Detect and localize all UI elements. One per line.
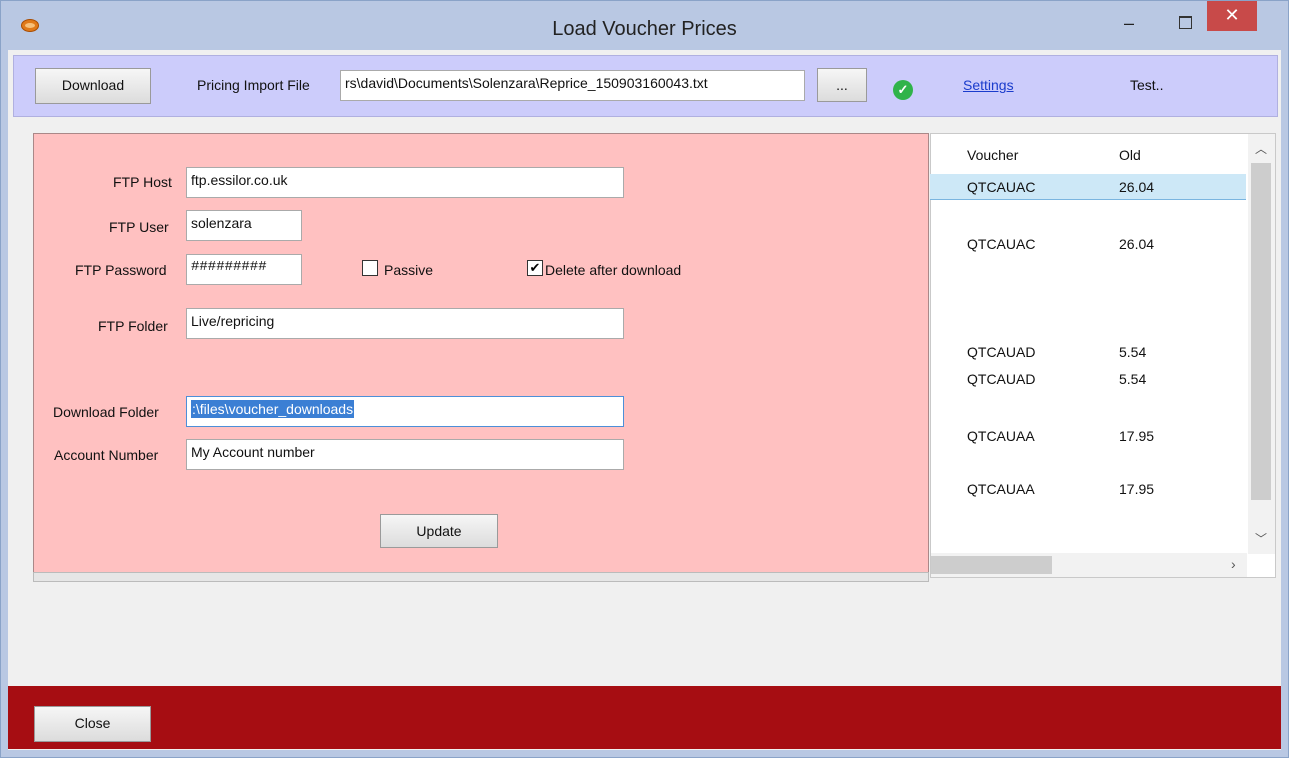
ftp-host-input[interactable]: ftp.essilor.co.uk bbox=[186, 167, 624, 198]
test-label: Test.. bbox=[1130, 77, 1164, 93]
download-button[interactable]: Download bbox=[35, 68, 151, 104]
table-row-old[interactable]: 5.54 bbox=[1119, 371, 1146, 387]
download-folder-label: Download Folder bbox=[53, 404, 159, 420]
scroll-down-icon[interactable]: ﹀ bbox=[1255, 530, 1267, 547]
passive-checkbox[interactable] bbox=[362, 260, 378, 276]
settings-link[interactable]: Settings bbox=[963, 77, 1014, 93]
ftp-password-input[interactable]: ######### bbox=[186, 254, 302, 285]
settings-panel bbox=[33, 133, 929, 573]
browse-button[interactable]: ... bbox=[817, 68, 867, 102]
table-row-old[interactable]: 17.95 bbox=[1119, 481, 1154, 497]
table-row-old[interactable]: 5.54 bbox=[1119, 344, 1146, 360]
scroll-up-icon[interactable]: ︿ bbox=[1255, 140, 1267, 157]
close-button[interactable]: Close bbox=[34, 706, 151, 742]
ftp-host-label: FTP Host bbox=[113, 174, 172, 190]
download-folder-input[interactable]: :\files\voucher_downloads bbox=[186, 396, 624, 427]
passive-label: Passive bbox=[384, 262, 434, 278]
pricing-import-label: Pricing Import File bbox=[197, 77, 310, 93]
table-row-old[interactable]: 26.04 bbox=[1119, 179, 1154, 195]
ftp-folder-input[interactable]: Live/repricing bbox=[186, 308, 624, 339]
panel-scrollbar[interactable] bbox=[33, 572, 929, 582]
minimize-button[interactable]: – bbox=[1115, 13, 1143, 35]
window-title: Load Voucher Prices bbox=[552, 18, 737, 40]
download-folder-selected-text: :\files\voucher_downloads bbox=[191, 400, 355, 418]
table-row-voucher[interactable]: QTCAUAC bbox=[967, 179, 1035, 195]
account-number-label: Account Number bbox=[54, 447, 159, 463]
update-button[interactable]: Update bbox=[380, 514, 498, 548]
column-header-old[interactable]: Old bbox=[1119, 147, 1141, 163]
table-row-old[interactable]: 17.95 bbox=[1119, 428, 1154, 444]
maximize-button[interactable] bbox=[1171, 13, 1199, 35]
table-row-voucher[interactable]: QTCAUAD bbox=[967, 344, 1035, 360]
pricing-import-input[interactable]: rs\david\Documents\Solenzara\Reprice_150… bbox=[340, 70, 805, 101]
scroll-right-icon[interactable]: › bbox=[1231, 556, 1236, 572]
ftp-password-label: FTP Password bbox=[75, 262, 167, 278]
table-row-voucher[interactable]: QTCAUAD bbox=[967, 371, 1035, 387]
table-row-voucher[interactable]: QTCAUAA bbox=[967, 481, 1035, 497]
table-row-old[interactable]: 26.04 bbox=[1119, 236, 1154, 252]
footer-bar bbox=[8, 686, 1281, 749]
table-row-voucher[interactable]: QTCAUAA bbox=[967, 428, 1035, 444]
ftp-user-input[interactable]: solenzara bbox=[186, 210, 302, 241]
close-window-button[interactable]: ✕ bbox=[1207, 1, 1257, 31]
column-header-voucher[interactable]: Voucher bbox=[967, 147, 1018, 163]
ftp-folder-label: FTP Folder bbox=[98, 318, 168, 334]
delete-after-download-checkbox[interactable]: ✔ bbox=[527, 260, 543, 276]
account-number-input[interactable]: My Account number bbox=[186, 439, 624, 470]
ftp-user-label: FTP User bbox=[109, 219, 169, 235]
horizontal-scrollbar-thumb[interactable] bbox=[931, 556, 1052, 574]
vertical-scrollbar-thumb[interactable] bbox=[1251, 163, 1271, 500]
check-circle-icon: ✓ bbox=[893, 80, 913, 100]
table-row-voucher[interactable]: QTCAUAC bbox=[967, 236, 1035, 252]
delete-after-download-label: Delete after download bbox=[545, 262, 682, 278]
